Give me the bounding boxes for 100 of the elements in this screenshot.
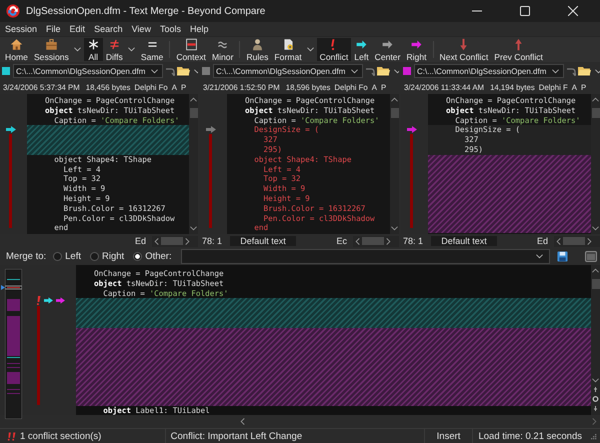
scrollbar[interactable] — [189, 94, 198, 234]
horizontal-scrollbar[interactable] — [353, 236, 399, 246]
swap-arrow-icon[interactable] — [165, 66, 175, 76]
scroll-thumb[interactable] — [161, 237, 183, 245]
path-field[interactable]: C:\...\Common\DlgSessionOpen.dfm — [213, 64, 363, 78]
toolbar-button[interactable]: Minor — [208, 38, 236, 61]
scroll-thumb[interactable] — [390, 108, 398, 118]
scroll-right-icon[interactable] — [386, 238, 391, 244]
scroll-thumb[interactable] — [592, 108, 600, 118]
swap-arrow-icon[interactable] — [365, 66, 375, 76]
horizontal-scrollbar[interactable] — [152, 236, 198, 246]
edit-mode: Insert — [436, 431, 460, 442]
edit-mode: Ed — [536, 236, 548, 246]
scrollbar[interactable] — [591, 265, 600, 415]
window-title: DlgSessionOpen.dfm - Text Merge - Beyond Compare — [26, 6, 266, 16]
horizontal-scrollbar[interactable] — [554, 236, 600, 246]
close-icon[interactable] — [568, 6, 578, 16]
cursor-position: 78: 1 — [202, 236, 222, 246]
toolbar-button[interactable]: Prev Conflict — [491, 38, 546, 61]
briefcase-icon — [44, 38, 58, 50]
caret-icon[interactable] — [306, 47, 314, 52]
document-gear-icon — [282, 38, 295, 50]
maximize-icon[interactable] — [520, 6, 530, 16]
overview-map[interactable] — [5, 269, 22, 419]
caret-icon — [552, 68, 559, 74]
encoding-label[interactable]: Default text — [431, 236, 498, 246]
scroll-down-icon[interactable] — [592, 378, 599, 383]
path-field[interactable]: C:\...\Common\DlgSessionOpen.dfm — [414, 64, 564, 78]
toolbar-button[interactable]: Rules — [243, 38, 272, 61]
menu-item[interactable]: Search — [94, 24, 123, 34]
scroll-left-icon[interactable] — [556, 238, 561, 244]
output-path-field[interactable] — [180, 248, 550, 264]
scroll-right-icon[interactable] — [185, 238, 190, 244]
menu-item[interactable]: Session — [5, 24, 38, 34]
scroll-up-icon[interactable] — [592, 268, 599, 273]
path-field[interactable]: C:\...\Common\DlgSessionOpen.dfm — [13, 64, 163, 78]
scroll-thumb[interactable] — [592, 279, 600, 289]
toolbar-button[interactable]: Right — [403, 38, 430, 61]
conflict-count: 1 conflict section(s) — [20, 431, 102, 442]
folder-icon[interactable] — [177, 66, 190, 76]
scroll-left-icon[interactable] — [154, 238, 159, 244]
scrollbar[interactable] — [591, 94, 600, 234]
toolbar-button[interactable]: Sessions — [30, 38, 84, 61]
arrow-right-icon — [407, 126, 417, 134]
menu-item[interactable]: Tools — [160, 24, 181, 34]
navigation-icon[interactable] — [592, 386, 599, 412]
radio-button[interactable] — [53, 252, 62, 260]
toolbar-button[interactable]: Same — [138, 38, 166, 61]
menu-item[interactable]: Help — [190, 24, 208, 34]
scroll-right-icon[interactable] — [592, 418, 597, 425]
scroll-up-icon[interactable] — [592, 97, 599, 102]
edit-mode: Ec — [336, 236, 347, 246]
menu-item[interactable]: Edit — [70, 24, 86, 34]
scroll-thumb[interactable] — [563, 237, 585, 245]
toolbar-button[interactable]: Left — [351, 38, 372, 61]
caret-icon[interactable] — [74, 47, 81, 52]
toolbar-button[interactable]: Conflict — [316, 38, 352, 61]
swap-arrow-icon[interactable] — [566, 66, 576, 76]
arrow-right-icon — [206, 126, 216, 134]
scroll-thumb[interactable] — [190, 108, 198, 118]
save-icon[interactable] — [557, 250, 568, 262]
radio-label[interactable]: Other: — [145, 250, 172, 262]
scroll-left-icon[interactable] — [240, 418, 245, 425]
toolbar-button[interactable]: Context — [173, 38, 209, 61]
menu-item[interactable]: View — [132, 24, 151, 34]
load-time: Load time: 0.21 seconds — [478, 431, 582, 442]
caret-icon — [351, 68, 358, 74]
toolbar-button[interactable]: Home — [2, 38, 31, 61]
radio-button[interactable] — [90, 252, 99, 260]
exclamation-icon — [36, 296, 41, 306]
folder-icon[interactable] — [377, 66, 390, 76]
toolbar-button[interactable]: Diffs — [102, 38, 138, 61]
scroll-up-icon[interactable] — [391, 97, 398, 102]
toolbar-button[interactable]: All — [84, 38, 103, 61]
scroll-down-icon[interactable] — [592, 226, 599, 231]
radio-button[interactable] — [133, 252, 142, 260]
toolbar-button[interactable]: Format — [271, 38, 317, 61]
app-logo-icon — [6, 4, 20, 18]
resize-grip-icon[interactable] — [590, 433, 597, 440]
toolbar-button[interactable]: Next Conflict — [436, 38, 492, 61]
encoding-label[interactable]: Default text — [230, 236, 296, 246]
toolbar-button[interactable]: Center — [372, 38, 404, 61]
radio-label[interactable]: Left — [65, 250, 81, 262]
menu-item[interactable]: File — [46, 24, 61, 34]
scroll-down-icon[interactable] — [391, 226, 398, 231]
caret-icon[interactable] — [595, 68, 600, 74]
caret-icon — [151, 68, 158, 74]
scroll-down-icon[interactable] — [190, 226, 197, 231]
arrow-right-icon — [6, 126, 16, 134]
folder-icon[interactable] — [578, 66, 591, 76]
scroll-thumb[interactable] — [362, 237, 384, 245]
scrollbar[interactable] — [390, 94, 399, 234]
cursor-position: 78: 1 — [403, 236, 424, 246]
scroll-up-icon[interactable] — [190, 97, 197, 102]
caret-icon[interactable] — [128, 47, 135, 52]
scroll-left-icon[interactable] — [355, 238, 360, 244]
radio-label[interactable]: Right — [102, 250, 124, 262]
scroll-right-icon[interactable] — [587, 238, 592, 244]
window-icon[interactable] — [585, 250, 597, 262]
caret-icon[interactable] — [394, 68, 399, 74]
